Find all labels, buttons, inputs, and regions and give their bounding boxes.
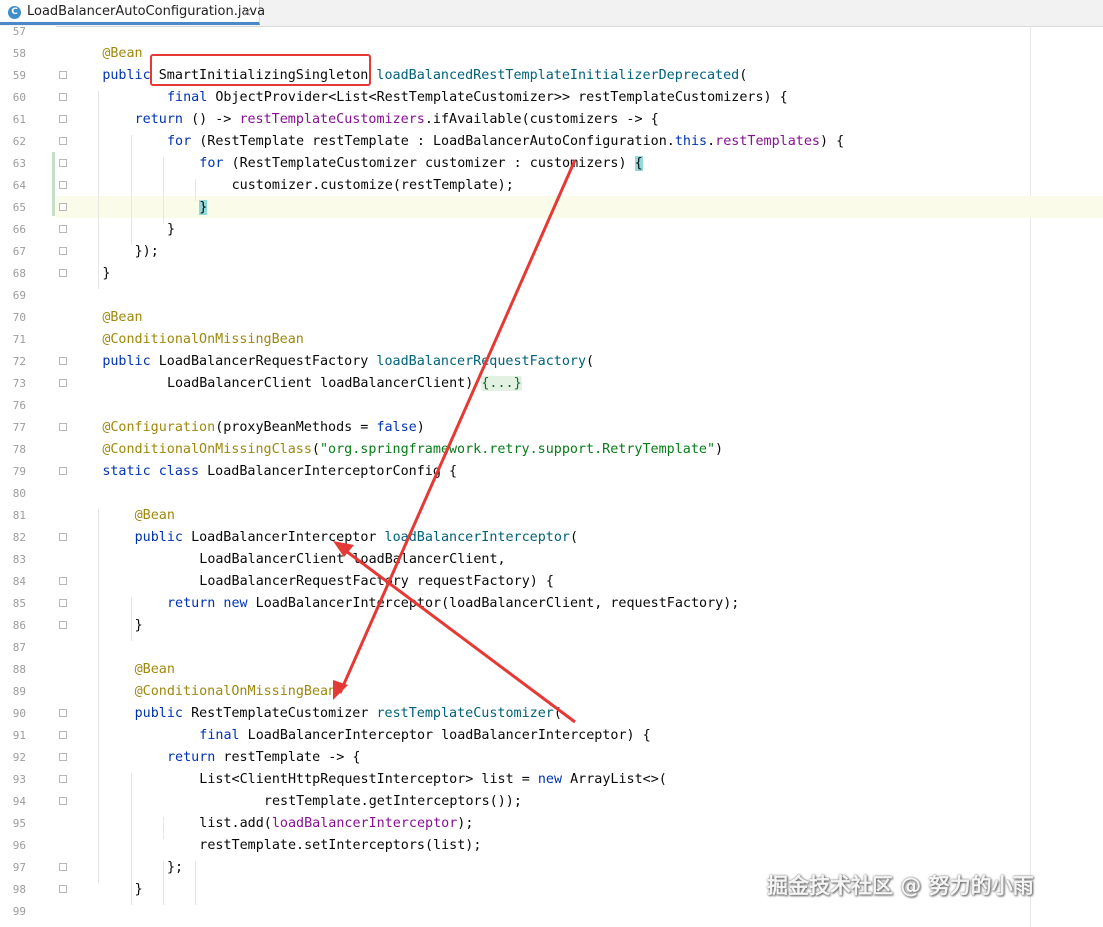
annotation-arrows (333, 159, 577, 724)
watermark: 掘金技术社区 @ 努力的小雨 (767, 874, 1034, 898)
arrow-to-load-balancer-interceptor (333, 541, 576, 724)
arrow-to-rest-template-customizer (333, 159, 577, 700)
